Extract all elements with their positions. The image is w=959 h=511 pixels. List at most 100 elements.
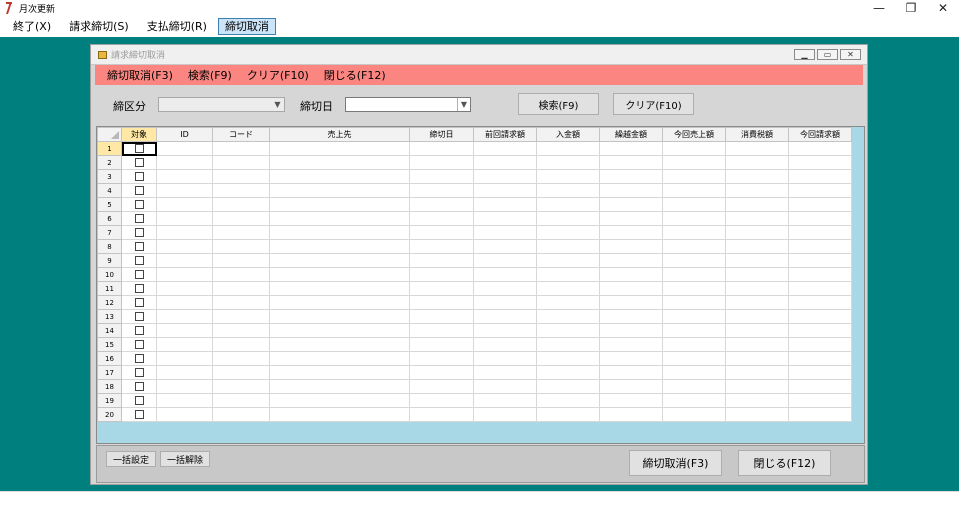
grid-cell[interactable] — [599, 253, 663, 268]
grid-cell[interactable] — [156, 197, 213, 212]
grid-cell[interactable] — [473, 379, 537, 394]
fn-menu-search[interactable]: 検索(F9) — [188, 67, 232, 83]
grid-cell[interactable] — [212, 337, 270, 352]
grid-cell[interactable] — [156, 281, 213, 296]
grid-cell[interactable] — [788, 239, 852, 254]
grid-cell[interactable] — [536, 183, 600, 198]
grid-cell[interactable] — [269, 393, 410, 408]
target-checkbox[interactable] — [134, 368, 144, 377]
grid-cell[interactable] — [156, 211, 213, 226]
grid-cell[interactable] — [269, 323, 410, 338]
grid-cell[interactable] — [473, 239, 537, 254]
grid-cell[interactable] — [409, 253, 474, 268]
grid-cell[interactable] — [662, 407, 726, 422]
grid-cell[interactable] — [473, 393, 537, 408]
grid-cell[interactable] — [269, 211, 410, 226]
grid-cell[interactable] — [409, 267, 474, 282]
target-checkbox-cell[interactable] — [121, 351, 157, 366]
grid-cell[interactable] — [536, 197, 600, 212]
target-checkbox[interactable] — [134, 270, 144, 279]
menu-exit[interactable]: 終了(X) — [6, 18, 58, 35]
grid-cell[interactable] — [788, 169, 852, 184]
grid-cell[interactable] — [599, 393, 663, 408]
restore-icon[interactable]: ❐ — [895, 0, 927, 16]
grid-cell[interactable] — [473, 169, 537, 184]
grid-cell[interactable] — [599, 407, 663, 422]
grid-cell[interactable] — [599, 141, 663, 156]
target-checkbox[interactable] — [134, 186, 144, 195]
table-row[interactable]: 11 — [97, 281, 852, 296]
grid-cell[interactable] — [269, 337, 410, 352]
table-row[interactable]: 16 — [97, 351, 852, 366]
grid-cell[interactable] — [212, 155, 270, 170]
target-checkbox-cell[interactable] — [121, 141, 157, 156]
grid-cell[interactable] — [662, 141, 726, 156]
grid-cell[interactable] — [156, 239, 213, 254]
target-checkbox-cell[interactable] — [121, 281, 157, 296]
grid-cell[interactable] — [788, 211, 852, 226]
select-all-corner[interactable] — [97, 127, 122, 142]
grid-cell[interactable] — [788, 365, 852, 380]
target-checkbox-cell[interactable] — [121, 239, 157, 254]
grid-cell[interactable] — [409, 393, 474, 408]
grid-cell[interactable] — [156, 141, 213, 156]
grid-cell[interactable] — [473, 337, 537, 352]
grid-cell[interactable] — [473, 141, 537, 156]
grid-cell[interactable] — [788, 155, 852, 170]
column-header[interactable]: 今回売上額 — [662, 127, 726, 142]
target-checkbox[interactable] — [134, 172, 144, 181]
grid-cell[interactable] — [212, 141, 270, 156]
grid-cell[interactable] — [269, 365, 410, 380]
grid-cell[interactable] — [156, 309, 213, 324]
target-checkbox-cell[interactable] — [121, 197, 157, 212]
grid-cell[interactable] — [212, 365, 270, 380]
target-checkbox[interactable] — [134, 256, 144, 265]
column-header[interactable]: 繰越金額 — [599, 127, 663, 142]
grid-cell[interactable] — [212, 225, 270, 240]
grid-cell[interactable] — [473, 253, 537, 268]
grid-cell[interactable] — [269, 225, 410, 240]
grid-cell[interactable] — [269, 239, 410, 254]
grid-cell[interactable] — [725, 393, 789, 408]
grid-cell[interactable] — [599, 323, 663, 338]
target-checkbox-cell[interactable] — [121, 295, 157, 310]
grid-cell[interactable] — [662, 323, 726, 338]
grid-cell[interactable] — [788, 351, 852, 366]
grid-cell[interactable] — [212, 239, 270, 254]
table-row[interactable]: 8 — [97, 239, 852, 254]
grid-cell[interactable] — [599, 267, 663, 282]
grid-cell[interactable] — [269, 183, 410, 198]
deselect-all-button[interactable]: 一括解除 — [160, 451, 210, 467]
grid-cell[interactable] — [662, 379, 726, 394]
grid-cell[interactable] — [473, 407, 537, 422]
grid-cell[interactable] — [536, 365, 600, 380]
target-checkbox[interactable] — [134, 354, 144, 363]
target-checkbox-cell[interactable] — [121, 309, 157, 324]
grid-cell[interactable] — [725, 365, 789, 380]
grid-cell[interactable] — [788, 197, 852, 212]
clear-button[interactable]: クリア(F10) — [613, 93, 694, 115]
grid-cell[interactable] — [473, 309, 537, 324]
grid-cell[interactable] — [536, 407, 600, 422]
grid-cell[interactable] — [536, 169, 600, 184]
grid-cell[interactable] — [599, 239, 663, 254]
target-checkbox-cell[interactable] — [121, 407, 157, 422]
grid-cell[interactable] — [725, 197, 789, 212]
grid-cell[interactable] — [662, 365, 726, 380]
grid-cell[interactable] — [156, 267, 213, 282]
menu-close-cancel[interactable]: 締切取消 — [217, 17, 276, 35]
close-date-picker[interactable]: ▼ — [345, 97, 471, 112]
grid-cell[interactable] — [788, 407, 852, 422]
grid-cell[interactable] — [725, 155, 789, 170]
target-checkbox[interactable] — [134, 396, 144, 405]
grid-cell[interactable] — [599, 211, 663, 226]
grid-cell[interactable] — [212, 407, 270, 422]
target-checkbox[interactable] — [134, 158, 144, 167]
target-checkbox-cell[interactable] — [121, 155, 157, 170]
grid-cell[interactable] — [409, 309, 474, 324]
grid-cell[interactable] — [725, 211, 789, 226]
grid-cell[interactable] — [269, 351, 410, 366]
fn-menu-cancel-close[interactable]: 締切取消(F3) — [107, 67, 173, 83]
grid-cell[interactable] — [788, 309, 852, 324]
grid-cell[interactable] — [725, 337, 789, 352]
